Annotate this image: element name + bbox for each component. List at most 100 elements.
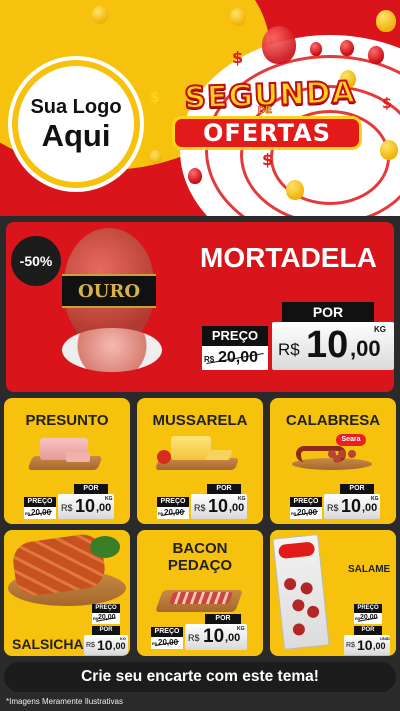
- create-flyer-label: Crie seu encarte com este tema!: [81, 668, 319, 685]
- product-card-mussarela[interactable]: MUSSARELA POR PREÇO R$ 20,00 R$ 10 ,00 K…: [137, 398, 263, 524]
- title-de: DE: [258, 105, 273, 117]
- new-price-cents: ,00: [373, 641, 386, 651]
- new-price-currency: R$: [86, 642, 95, 649]
- mortadela-slices-image: [62, 328, 162, 372]
- new-price-integer: 10: [97, 637, 113, 653]
- dollar-sign-icon: $: [262, 150, 274, 169]
- salame-package-image: [272, 533, 330, 651]
- product-name: MUSSARELA: [152, 412, 248, 429]
- product-name-line2: PEDAÇO: [167, 557, 233, 574]
- new-price-integer: 10: [203, 626, 225, 647]
- new-price-integer: 10: [306, 324, 349, 366]
- new-price-cents: ,00: [225, 632, 241, 644]
- por-label: POR: [282, 302, 374, 322]
- create-flyer-button[interactable]: Crie seu encarte com este tema!: [4, 662, 396, 692]
- featured-product-card[interactable]: OURO -50% MORTADELA POR PREÇO R$ 20,00 R…: [6, 222, 394, 392]
- old-price: R$ 20,00: [151, 637, 183, 649]
- old-price: R$ 20,00: [157, 507, 189, 519]
- new-price-cents: ,00: [362, 502, 378, 514]
- preco-label: PREÇO: [151, 627, 183, 637]
- balloon-icon: [262, 26, 296, 64]
- mortadela-brand-label: OURO: [77, 280, 140, 302]
- calabresa-image: [296, 446, 346, 462]
- product-card-presunto[interactable]: PRESUNTO POR PREÇO R$ 20,00 R$ 10 ,00 KG: [4, 398, 130, 524]
- mussarela-image: [171, 436, 211, 460]
- preco-label: PREÇO: [92, 604, 120, 613]
- price-unit: KG: [237, 626, 245, 632]
- price-unit: KG: [371, 496, 379, 502]
- logo-text-line2: Aqui: [41, 117, 111, 153]
- product-card-bacon[interactable]: BACON PEDAÇO POR PREÇO R$ 20,00 R$ 10 ,0…: [137, 530, 263, 656]
- new-price-cents: ,00: [96, 502, 112, 514]
- title-ofertas-pill: OFERTAS: [172, 116, 362, 150]
- balloon-icon: [310, 42, 322, 56]
- preco-label: PREÇO: [24, 497, 56, 507]
- balloon-icon: [368, 46, 384, 64]
- herb-garnish-image: [90, 536, 120, 558]
- product-card-salsicha[interactable]: SALSICHA PREÇO R$ 20,00 POR R$ 10 ,00 KG: [4, 530, 130, 656]
- price-unit: KG: [120, 636, 126, 641]
- balloon-icon: [150, 150, 162, 164]
- dollar-sign-icon: $: [232, 48, 244, 67]
- new-price-cents: ,00: [350, 336, 381, 361]
- new-price: R$ 10 ,00 KG: [324, 494, 380, 519]
- new-price: R$ 10 ,00 KG: [272, 322, 394, 370]
- old-price: R$ 20,00: [290, 507, 322, 519]
- product-name: CALABRESA: [285, 412, 381, 429]
- calabresa-slices-image: [328, 450, 336, 458]
- product-name: PRESUNTO: [25, 412, 109, 429]
- preco-label: PREÇO: [202, 326, 268, 346]
- por-label: POR: [205, 614, 241, 624]
- balloon-icon: [230, 8, 246, 26]
- product-card-salame[interactable]: SALAME PREÇO R$ 20,00 POR R$ 10 ,00 UNID: [270, 530, 396, 656]
- new-price: R$ 10 ,00 KG: [58, 494, 114, 519]
- old-price: R$ 20,00: [92, 613, 120, 624]
- product-card-calabresa[interactable]: CALABRESA Seara POR PREÇO R$ 20,00 R$ 10…: [270, 398, 396, 524]
- seara-brand-logo: Seara: [336, 434, 366, 446]
- new-price-integer: 10: [208, 496, 229, 516]
- new-price-integer: 10: [357, 637, 373, 653]
- new-price: R$ 10 ,00 KG: [191, 494, 247, 519]
- balloon-icon: [286, 180, 304, 200]
- new-price-cents: ,00: [113, 641, 126, 651]
- new-price-integer: 10: [75, 496, 96, 516]
- balloon-icon: [340, 40, 354, 56]
- new-price-currency: R$: [346, 642, 355, 649]
- new-price-integer: 10: [341, 496, 362, 516]
- old-price: R$ 20,00: [202, 346, 268, 370]
- por-label: POR: [207, 484, 241, 494]
- price-unit: KG: [238, 496, 246, 502]
- new-price-currency: R$: [61, 503, 73, 513]
- presunto-slice-image: [66, 452, 90, 462]
- old-price: R$ 20,00: [354, 613, 382, 624]
- por-label: POR: [92, 626, 120, 635]
- old-price: R$ 20,00: [24, 507, 56, 519]
- hero-banner: $ $ $ $ Sua Logo Aqui SEGUNDA DE OFERTAS: [0, 0, 400, 216]
- product-name: SALSICHA: [12, 636, 84, 652]
- mussarela-slice-image: [205, 450, 233, 460]
- bacon-image: [168, 592, 234, 604]
- preco-label: PREÇO: [290, 497, 322, 507]
- new-price-currency: R$: [188, 633, 200, 643]
- por-label: POR: [340, 484, 374, 494]
- new-price-currency: R$: [194, 503, 206, 513]
- store-logo-placeholder[interactable]: Sua Logo Aqui: [12, 60, 140, 188]
- product-name: SALAME: [348, 564, 391, 575]
- product-name: BACON PEDAÇO: [137, 540, 263, 574]
- new-price-cents: ,00: [229, 502, 245, 514]
- tomato-image: [157, 450, 171, 464]
- new-price-currency: R$: [278, 340, 300, 359]
- price-unit: UNID: [380, 636, 390, 641]
- product-name-line1: BACON: [172, 540, 228, 557]
- discount-badge: -50%: [11, 236, 61, 286]
- new-price-currency: R$: [327, 503, 339, 513]
- title-ofertas: OFERTAS: [203, 119, 331, 147]
- balloon-icon: [92, 6, 108, 24]
- price-unit: KG: [105, 496, 113, 502]
- por-label: POR: [74, 484, 108, 494]
- balloon-icon: [188, 168, 202, 184]
- logo-text-line1: Sua Logo: [30, 95, 122, 118]
- featured-product-name: MORTADELA: [200, 242, 377, 273]
- preco-label: PREÇO: [354, 604, 382, 613]
- mortadela-label-band: OURO: [62, 274, 156, 308]
